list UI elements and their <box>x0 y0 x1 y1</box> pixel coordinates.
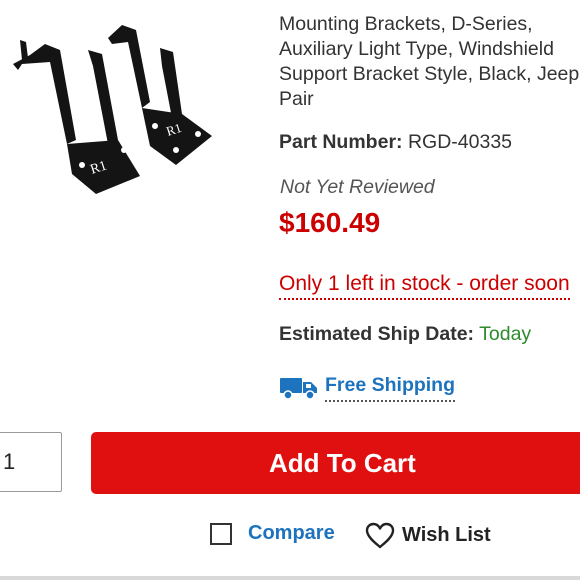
ship-date-label: Estimated Ship Date: <box>279 323 475 345</box>
part-number-label: Part Number: <box>279 131 403 153</box>
compare-toggle[interactable]: Compare <box>210 522 335 545</box>
part-number-value: RGD-40335 <box>407 131 513 153</box>
part-number-row: Part Number: RGD-40335 <box>279 131 512 154</box>
ship-date-value: Today <box>479 323 532 345</box>
estimated-ship-date: Estimated Ship Date: Today <box>279 323 531 346</box>
divider <box>0 576 580 580</box>
wish-list-button[interactable]: Wish List <box>364 521 491 549</box>
wish-list-label: Wish List <box>402 523 491 546</box>
compare-label[interactable]: Compare <box>248 522 335 545</box>
product-title: Mounting Brackets, D-Series, Auxiliary L… <box>279 13 580 110</box>
truck-icon <box>279 375 319 401</box>
free-shipping-label: Free Shipping <box>325 374 456 402</box>
heart-icon <box>365 522 395 549</box>
reviews-link[interactable]: Not Yet Reviewed <box>280 176 435 199</box>
product-image[interactable]: R1 R1 <box>0 0 250 230</box>
quantity-input[interactable] <box>0 432 62 492</box>
free-shipping-link[interactable]: Free Shipping <box>279 371 456 405</box>
mounting-brackets-image: R1 R1 <box>13 25 212 194</box>
add-to-cart-button[interactable]: Add To Cart <box>91 432 580 494</box>
product-price: $160.49 <box>279 207 381 238</box>
checkbox-icon[interactable] <box>210 522 232 545</box>
stock-notice[interactable]: Only 1 left in stock - order soon <box>279 272 570 300</box>
